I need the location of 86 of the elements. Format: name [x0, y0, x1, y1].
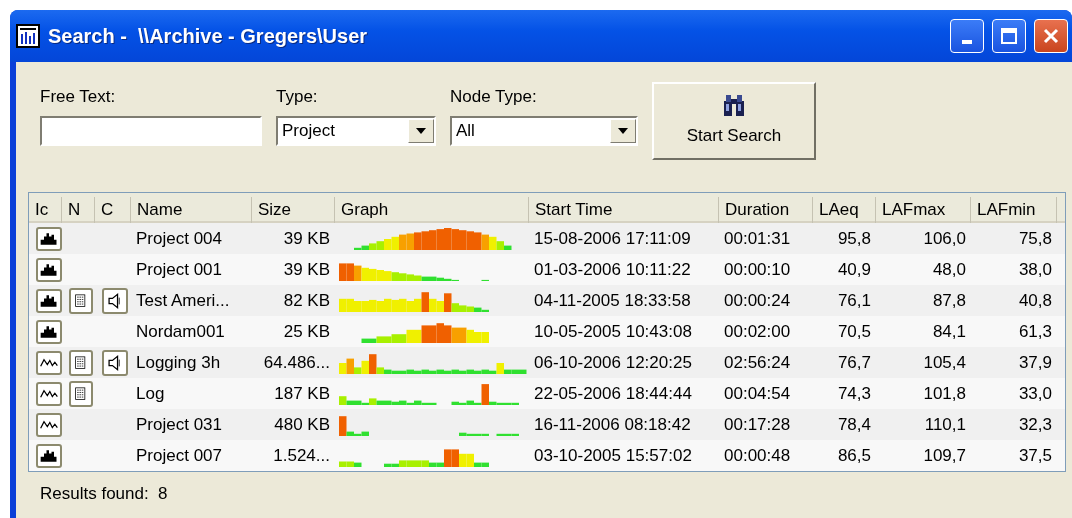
table-cell-text: Project 031 — [135, 413, 223, 436]
table-cell-text: 82 KB — [282, 289, 331, 312]
table-cell-text: 38,0 — [1017, 258, 1053, 281]
table-cell-text: 32,3 — [1017, 413, 1053, 436]
table-cell-text: 87,8 — [931, 289, 967, 312]
maximize-icon — [1000, 27, 1018, 45]
table-cell-text: 39 KB — [282, 227, 331, 250]
column-header[interactable]: N — [62, 197, 95, 223]
window-title: Search - \\Archive - Gregers\User — [48, 24, 369, 49]
table-cell-text: 84,1 — [931, 320, 967, 343]
table-cell-text: 33,0 — [1017, 382, 1053, 405]
caret-icon — [618, 127, 628, 134]
table-cell-text: 86,5 — [836, 444, 872, 467]
table-cell-text: 105,4 — [922, 351, 967, 374]
column-header[interactable]: LAFmax — [876, 197, 971, 223]
table-cell-text: 00:00:48 — [723, 444, 792, 467]
table-cell-text: 187 KB — [273, 382, 331, 405]
field-label: Node Type: — [450, 86, 538, 108]
table-cell-text: 40,9 — [836, 258, 872, 281]
column-header[interactable]: Start Time — [529, 197, 719, 223]
table-cell-text: 48,0 — [931, 258, 967, 281]
table-cell-text: 04-11-2005 18:33:58 — [533, 289, 692, 312]
table-cell-text: 02:56:24 — [723, 351, 792, 374]
table-cell-text: 00:17:28 — [723, 413, 792, 436]
maximize-button[interactable] — [992, 19, 1026, 53]
table-cell-text: 39 KB — [282, 258, 331, 281]
column-header[interactable]: C — [95, 197, 131, 223]
field-label: Type: — [276, 86, 319, 108]
column-header[interactable]: Name — [131, 197, 252, 223]
dropdown[interactable]: Project — [276, 115, 436, 146]
table-cell-text: 106,0 — [922, 227, 967, 250]
table-cell-text: Nordam001 — [135, 320, 226, 343]
field-label: Free Text: — [40, 86, 117, 108]
table-cell-text: Logging 3h — [135, 351, 222, 374]
table-cell-text: 480 KB — [273, 413, 331, 436]
table-cell-text: 61,3 — [1017, 320, 1053, 343]
close-button[interactable] — [1034, 19, 1068, 53]
table-cell-text: Project 004 — [135, 227, 223, 250]
table-cell-text: 70,5 — [836, 320, 872, 343]
column-header[interactable]: Size — [252, 197, 335, 223]
minimize-icon — [962, 40, 972, 44]
table-cell-text: 109,7 — [922, 444, 967, 467]
table-cell-text: Project 001 — [135, 258, 223, 281]
table-cell-text: 00:00:10 — [723, 258, 792, 281]
close-icon — [1042, 27, 1060, 45]
table-cell-text: 00:04:54 — [723, 382, 792, 405]
table-cell-text: 78,4 — [836, 413, 872, 436]
table-cell-text: 37,5 — [1017, 444, 1053, 467]
minimize-button[interactable] — [950, 19, 984, 53]
binoculars-icon — [723, 93, 745, 118]
dropdown[interactable]: All — [450, 115, 638, 146]
table-cell-text: 25 KB — [282, 320, 331, 343]
table-cell-text: 76,7 — [836, 351, 872, 374]
table-cell-text: 76,1 — [836, 289, 872, 312]
table-cell-text: 75,8 — [1017, 227, 1053, 250]
table-cell-text: Project 007 — [135, 444, 223, 467]
status-text: Results found: 8 — [40, 483, 168, 506]
table-cell-text: 110,1 — [923, 413, 967, 436]
table-cell-text: 10-05-2005 10:43:08 — [533, 320, 693, 343]
table-cell-text: Test Ameri... — [135, 289, 231, 312]
table-cell-text: 22-05-2006 18:44:44 — [533, 382, 693, 405]
column-header[interactable]: LAFmin — [971, 197, 1057, 223]
table-cell-text: 95,8 — [836, 227, 872, 250]
table-cell-text: 1.524... — [272, 444, 331, 467]
table-cell-text: 00:01:31 — [723, 227, 792, 250]
caret-icon — [416, 127, 426, 134]
table-cell-text: 15-08-2006 17:11:09 — [533, 227, 692, 250]
column-header[interactable]: LAeq — [813, 197, 876, 223]
table-cell-text: 64.486... — [262, 351, 331, 374]
table-cell-text: 74,3 — [836, 382, 872, 405]
app-icon — [16, 24, 40, 48]
table-cell-text: 01-03-2006 10:11:22 — [533, 258, 692, 281]
column-header[interactable]: Duration — [719, 197, 813, 223]
table-cell-text: 37,9 — [1017, 351, 1053, 374]
column-header[interactable]: Ic — [29, 197, 62, 223]
column-header[interactable]: Graph — [335, 197, 529, 223]
table-cell-text: 06-10-2006 12:20:25 — [533, 351, 693, 374]
table-cell-text: 03-10-2005 15:57:02 — [533, 444, 693, 467]
text-field[interactable] — [40, 115, 262, 146]
table-cell-text: 00:00:24 — [723, 289, 792, 312]
table-cell-text: 00:02:00 — [723, 320, 792, 343]
table-cell-text: 40,8 — [1017, 289, 1053, 312]
table-cell-text: Log — [135, 382, 166, 405]
search-button[interactable]: Start Search — [652, 82, 816, 160]
table-cell-text: 16-11-2006 08:18:42 — [533, 413, 692, 436]
table-cell-text: 101,8 — [922, 382, 967, 405]
